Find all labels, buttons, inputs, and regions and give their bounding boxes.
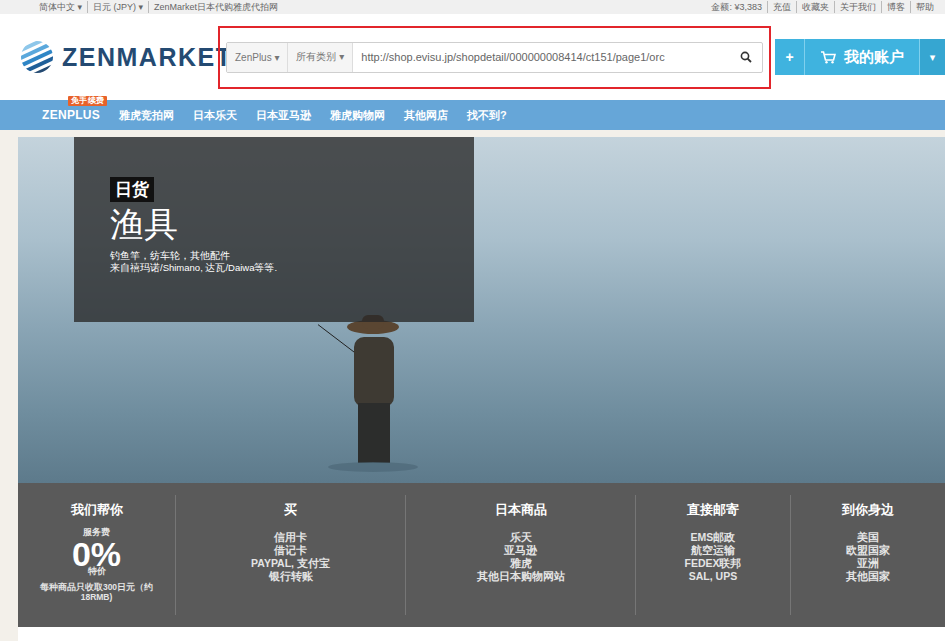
feature-title: 直接邮寄 — [687, 501, 739, 519]
feature-column: 到你身边美国欧盟国家亚洲其他国家 — [790, 495, 945, 615]
feature-caption: 服务费 — [83, 527, 110, 538]
feature-item[interactable]: SAL, UPS — [689, 570, 737, 583]
nav-item[interactable]: ZENPLUS免手续费 — [42, 108, 100, 122]
feature-big: 0% — [72, 538, 121, 570]
header: ZENMARKETZenPlus ▾所有类别 ▾+我的账户▾ — [0, 14, 945, 100]
category-dropdown[interactable]: 所有类别 ▾ — [288, 43, 353, 72]
top-bar-link[interactable]: 收藏夹 — [796, 1, 834, 13]
feature-item[interactable]: 其他国家 — [846, 570, 890, 583]
nav-label: 其他网店 — [404, 109, 448, 121]
fisherman-icon — [318, 307, 428, 477]
account-caret[interactable]: ▾ — [919, 39, 945, 75]
feature-item[interactable]: 信用卡 — [274, 531, 307, 544]
search-input[interactable] — [353, 43, 730, 72]
features-band: 我们帮你服务费0%特价每种商品只收取300日元（约18RMB)买信用卡借记卡PA… — [18, 483, 945, 627]
feature-item[interactable]: 借记卡 — [274, 544, 307, 557]
top-bar-link[interactable]: 日元 (JPY) ▾ — [87, 1, 148, 13]
feature-title: 我们帮你 — [71, 501, 123, 519]
top-bar-link[interactable]: 博客 — [881, 1, 910, 13]
feature-title: 买 — [284, 501, 297, 519]
top-bar-link[interactable]: 简体中文 ▾ — [34, 1, 87, 13]
hero-lines: 钓鱼竿，纺车轮，其他配件来自禧玛诺/Shimano, 达瓦/Daiwa等等. — [110, 250, 474, 274]
top-bar-link[interactable]: 关于我们 — [834, 1, 881, 13]
account-label: 我的账户 — [844, 48, 904, 67]
top-bar-right: 金额: ¥3,383充值收藏夹关于我们博客帮助 — [706, 1, 939, 13]
top-bar-link[interactable]: 充值 — [767, 1, 796, 13]
top-bar-link[interactable]: ZenMarket日本代购雅虎代拍网 — [148, 1, 283, 13]
nav-label: ZENPLUS — [42, 108, 100, 122]
top-bar-left: 简体中文 ▾日元 (JPY) ▾ZenMarket日本代购雅虎代拍网 — [34, 1, 283, 13]
nav-badge: 免手续费 — [68, 96, 107, 106]
feature-item[interactable]: 亚马逊 — [504, 544, 537, 557]
logo-icon — [20, 40, 54, 74]
search-button[interactable] — [730, 43, 762, 72]
nav-item[interactable]: 雅虎竞拍网 — [119, 108, 174, 123]
feature-note: 特价 — [88, 566, 106, 577]
nav-item[interactable]: 日本乐天 — [193, 108, 237, 123]
hero-banner[interactable]: 日货渔具钓鱼竿，纺车轮，其他配件来自禧玛诺/Shimano, 达瓦/Daiwa等… — [18, 137, 945, 483]
feature-detail: 每种商品只收取300日元（约18RMB) — [27, 582, 167, 602]
feature-item[interactable]: 亚洲 — [857, 557, 879, 570]
spacer — [0, 130, 945, 137]
nav-item[interactable]: 其他网店 — [404, 108, 448, 123]
feature-item[interactable]: 其他日本购物网站 — [477, 570, 565, 583]
nav-item[interactable]: 找不到? — [467, 108, 507, 123]
nav-label: 雅虎购物网 — [330, 109, 385, 121]
nav-item[interactable]: 雅虎购物网 — [330, 108, 385, 123]
top-bar-link[interactable]: 帮助 — [910, 1, 939, 13]
my-account[interactable]: 我的账户 — [805, 39, 919, 75]
top-bar-link[interactable]: 金额: ¥3,383 — [706, 1, 767, 13]
feature-item[interactable]: 美国 — [857, 531, 879, 544]
hero-title: 渔具 — [110, 204, 474, 244]
page-bottom — [18, 627, 945, 641]
feature-item[interactable]: EMS邮政 — [691, 531, 736, 544]
feature-column: 直接邮寄 EMS邮政航空运输FEDEX联邦SAL, UPS — [635, 495, 790, 615]
logo-text: ZENMARKET — [62, 43, 232, 72]
hero-caption: 日货渔具钓鱼竿，纺车轮，其他配件来自禧玛诺/Shimano, 达瓦/Daiwa等… — [74, 137, 474, 322]
scope-dropdown[interactable]: ZenPlus ▾ — [227, 43, 288, 72]
feature-item[interactable]: FEDEX联邦 — [684, 557, 741, 570]
add-button[interactable]: + — [775, 39, 805, 75]
feature-column: 买信用卡借记卡PAYPAL, 支付宝银行转账 — [175, 495, 405, 615]
top-bar: 简体中文 ▾日元 (JPY) ▾ZenMarket日本代购雅虎代拍网 金额: ¥3… — [0, 0, 945, 14]
nav-label: 日本亚马逊 — [256, 109, 311, 121]
nav-label: 雅虎竞拍网 — [119, 109, 174, 121]
feature-item[interactable]: PAYPAL, 支付宝 — [251, 557, 330, 570]
hero-line: 来自禧玛诺/Shimano, 达瓦/Daiwa等等. — [110, 262, 474, 274]
nav-item[interactable]: 日本亚马逊 — [256, 108, 311, 123]
highlight-box: ZenPlus ▾所有类别 ▾ — [218, 26, 771, 89]
logo[interactable]: ZENMARKET — [20, 40, 210, 74]
search-bar: ZenPlus ▾所有类别 ▾ — [226, 42, 763, 73]
feature-title: 到你身边 — [842, 501, 894, 519]
account-button[interactable]: + 我的账户 ▾ — [775, 39, 945, 75]
feature-item[interactable]: 欧盟国家 — [846, 544, 890, 557]
nav-label: 找不到? — [467, 109, 507, 121]
hero-tag: 日货 — [110, 177, 154, 202]
nav-label: 日本乐天 — [193, 109, 237, 121]
feature-column: 日本商品乐天亚马逊雅虎其他日本购物网站 — [405, 495, 635, 615]
feature-item[interactable]: 航空运输 — [691, 544, 735, 557]
feature-item[interactable]: 乐天 — [510, 531, 532, 544]
cart-icon — [820, 50, 836, 64]
hero-line: 钓鱼竿，纺车轮，其他配件 — [110, 250, 474, 262]
feature-item[interactable]: 银行转账 — [269, 570, 313, 583]
nav-bar: ZENPLUS免手续费 雅虎竞拍网 日本乐天 日本亚马逊 雅虎购物网 其他网店 找不到? — [0, 100, 945, 130]
feature-title: 日本商品 — [495, 501, 547, 519]
feature-column: 我们帮你服务费0%特价每种商品只收取300日元（约18RMB) — [18, 495, 175, 615]
search-icon — [740, 51, 752, 63]
feature-item[interactable]: 雅虎 — [510, 557, 532, 570]
